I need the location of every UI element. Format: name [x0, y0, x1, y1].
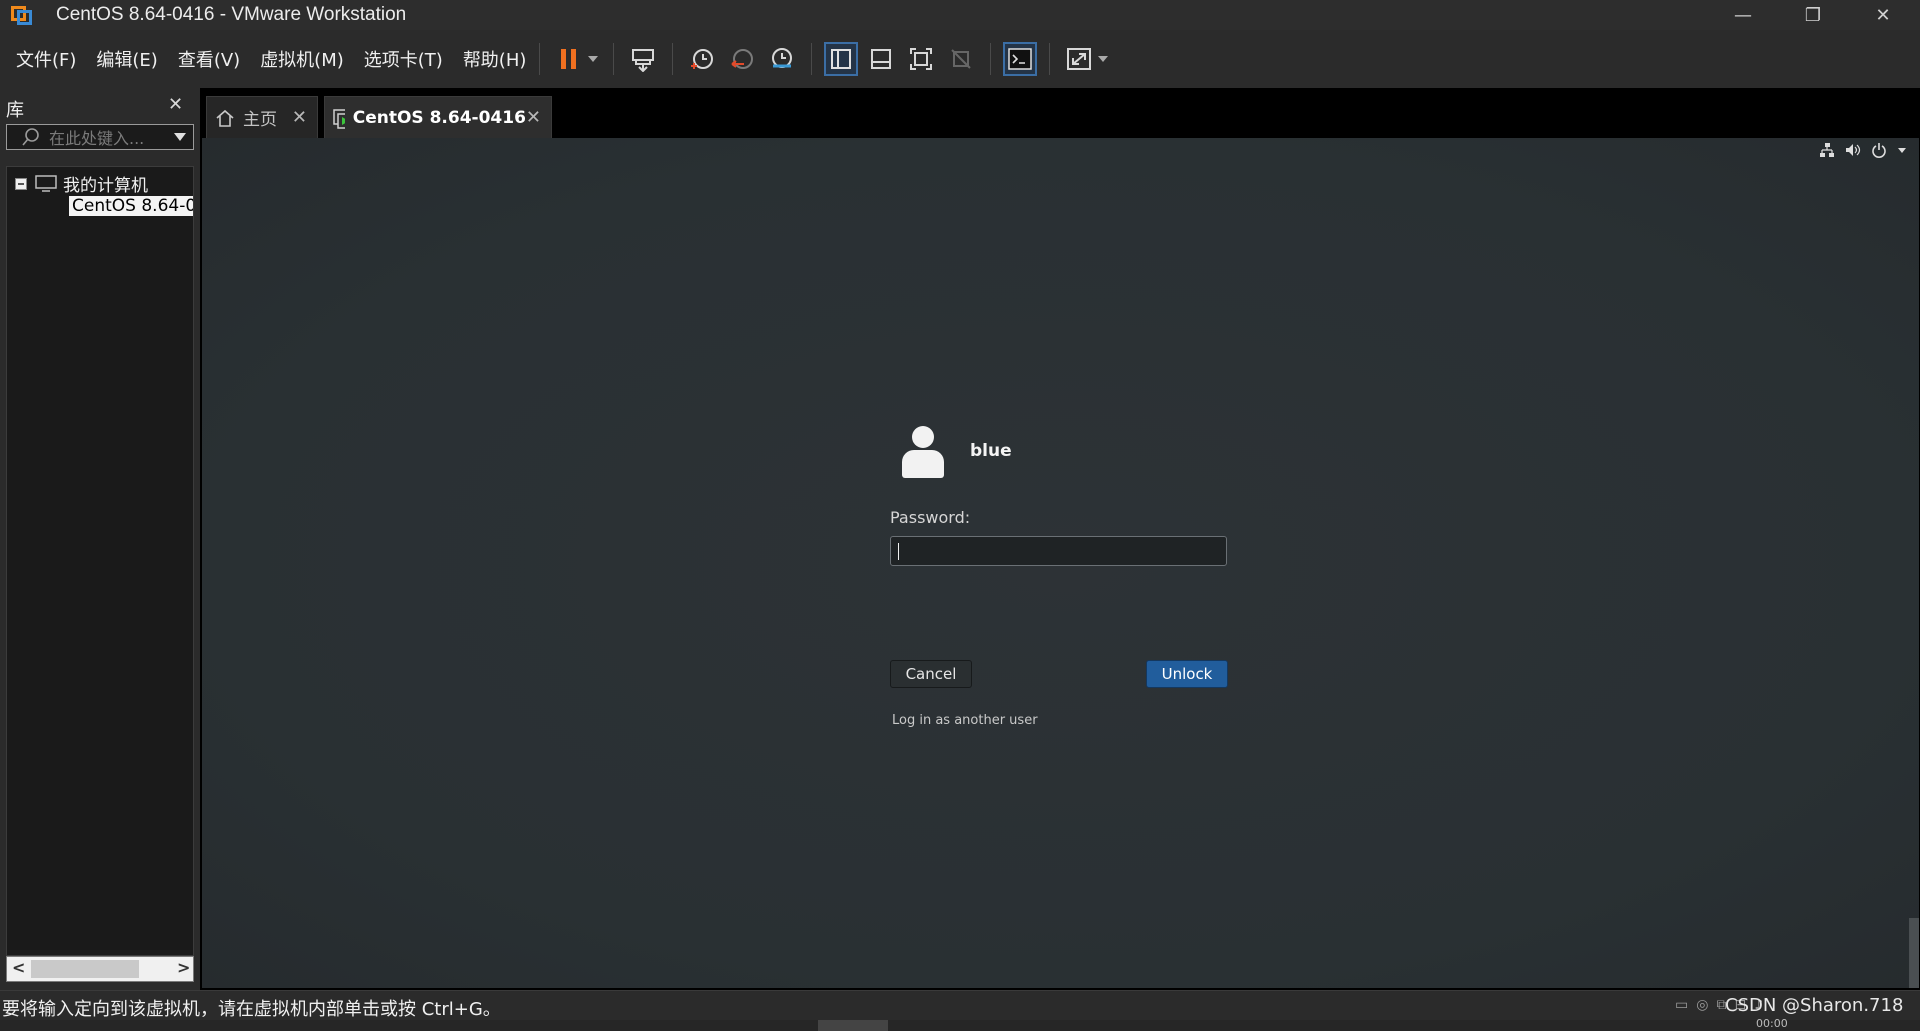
stretch-guest-icon[interactable] [1062, 42, 1096, 76]
menu-file[interactable]: 文件(F) [16, 46, 76, 72]
unity-icon[interactable] [944, 42, 978, 76]
status-bar: 要将输入定向到该虚拟机，请在虚拟机内部单击或按 Ctrl+G。 ▭ ◎ ⧉ ⊟ … [0, 990, 1920, 1021]
revert-snapshot-icon[interactable] [725, 42, 759, 76]
tree-item-vm[interactable]: CentOS 8.64-0416 [65, 195, 193, 217]
cancel-button[interactable]: Cancel [890, 660, 972, 688]
cd-dvd-icon[interactable]: ◎ [1696, 997, 1708, 1013]
chevron-down-icon[interactable] [173, 132, 187, 142]
tab-centos-vm-label: CentOS 8.64-0416 [352, 107, 526, 128]
log-in-as-another-user-link[interactable]: Log in as another user [892, 713, 1038, 728]
scroll-left-icon[interactable]: < [12, 958, 25, 977]
power-icon[interactable] [1871, 142, 1887, 158]
unlock-button[interactable]: Unlock [1146, 660, 1228, 688]
search-icon [22, 128, 39, 146]
user-avatar-icon [900, 424, 944, 478]
toolbar-separator [990, 43, 992, 75]
username: blue [970, 441, 1012, 461]
menu-tabs[interactable]: 选项卡(T) [364, 46, 443, 72]
library-close-icon[interactable]: ✕ [168, 94, 183, 115]
close-window-button[interactable]: ✕ [1848, 0, 1918, 30]
vmware-logo-icon [10, 4, 36, 26]
taskbar-indicator [818, 1020, 888, 1031]
hard-disk-icon[interactable]: ▭ [1675, 997, 1688, 1013]
pause-icon[interactable] [552, 42, 586, 76]
tab-home-label: 主页 [243, 110, 277, 130]
bottom-strip: 00:00 [0, 1017, 1920, 1031]
scroll-right-icon[interactable]: > [177, 958, 190, 977]
dropdown-icon[interactable] [1897, 146, 1907, 154]
tree-label-vm: CentOS 8.64-0416 [69, 196, 193, 216]
full-screen-icon[interactable] [904, 42, 938, 76]
toolbar-separator [539, 43, 541, 75]
password-label: Password: [890, 508, 971, 527]
tab-bar: 主页 ✕ CentOS 8.64-0416 ✕ [200, 88, 1920, 138]
guest-system-status [1819, 142, 1907, 158]
tab-home[interactable]: 主页 ✕ [206, 96, 318, 138]
tab-centos-close-icon[interactable]: ✕ [526, 107, 541, 128]
tab-home-close-icon[interactable]: ✕ [292, 107, 307, 128]
menu-edit[interactable]: 编辑(E) [96, 46, 157, 72]
search-placeholder: 在此处键入... [49, 129, 145, 148]
console-view-icon[interactable] [1003, 42, 1038, 76]
title-bar: CentOS 8.64-0416 - VMware Workstation — … [0, 0, 1920, 30]
library-horizontal-scrollbar[interactable]: < > [6, 956, 194, 982]
vm-scroll-indicator [1909, 918, 1919, 988]
menu-vm[interactable]: 虚拟机(M) [260, 46, 344, 72]
menu-view[interactable]: 查看(V) [178, 46, 240, 72]
toolbar-separator [811, 43, 813, 75]
minimize-button[interactable]: — [1708, 0, 1778, 30]
user-entry: blue [900, 424, 1012, 478]
watermark-text: CSDN @Sharon.718 [1725, 995, 1904, 1016]
restore-button[interactable]: ❐ [1778, 0, 1848, 30]
menu-toolbar: 文件(F) 编辑(E) 查看(V) 虚拟机(M) 选项卡(T) 帮助(H) [0, 30, 1920, 89]
power-dropdown-icon[interactable] [585, 42, 601, 76]
network-icon[interactable] [1819, 142, 1835, 158]
vm-console[interactable]: blue Password: Cancel Unlock Log in as a… [202, 138, 1919, 988]
vm-running-icon [333, 108, 345, 129]
computer-icon [35, 174, 57, 192]
show-library-icon[interactable] [824, 42, 859, 76]
library-title: 库 [6, 100, 24, 121]
library-tree: 我的计算机 CentOS 8.64-0416 [6, 166, 194, 956]
toolbar-separator [1049, 43, 1051, 75]
library-panel: 库 ✕ 在此处键入... 我的计算机 CentOS 8.64-0416 < > [0, 88, 200, 990]
tab-centos-vm[interactable]: CentOS 8.64-0416 ✕ [324, 96, 552, 138]
home-icon [216, 109, 234, 127]
show-thumbnail-bar-icon[interactable] [864, 42, 898, 76]
menu-help[interactable]: 帮助(H) [463, 46, 527, 72]
password-field[interactable] [890, 536, 1227, 566]
stretch-dropdown-icon[interactable] [1095, 42, 1111, 76]
collapse-icon[interactable] [15, 177, 27, 190]
toolbar-separator [613, 43, 615, 75]
send-ctrl-alt-del-icon[interactable] [626, 42, 660, 76]
snapshot-icon[interactable] [685, 42, 719, 76]
clock-text: 00:00 [1756, 1017, 1788, 1030]
volume-icon[interactable] [1845, 142, 1861, 158]
toolbar-separator [672, 43, 674, 75]
text-caret [898, 543, 899, 560]
snapshot-manager-icon[interactable] [765, 42, 799, 76]
library-search-input[interactable]: 在此处键入... [6, 124, 194, 150]
tree-label-my-computer: 我的计算机 [63, 176, 148, 196]
scrollbar-thumb[interactable] [31, 960, 139, 978]
status-message: 要将输入定向到该虚拟机，请在虚拟机内部单击或按 Ctrl+G。 [2, 999, 501, 1020]
tree-item-my-computer[interactable]: 我的计算机 [15, 171, 148, 196]
window-title: CentOS 8.64-0416 - VMware Workstation [56, 4, 407, 25]
